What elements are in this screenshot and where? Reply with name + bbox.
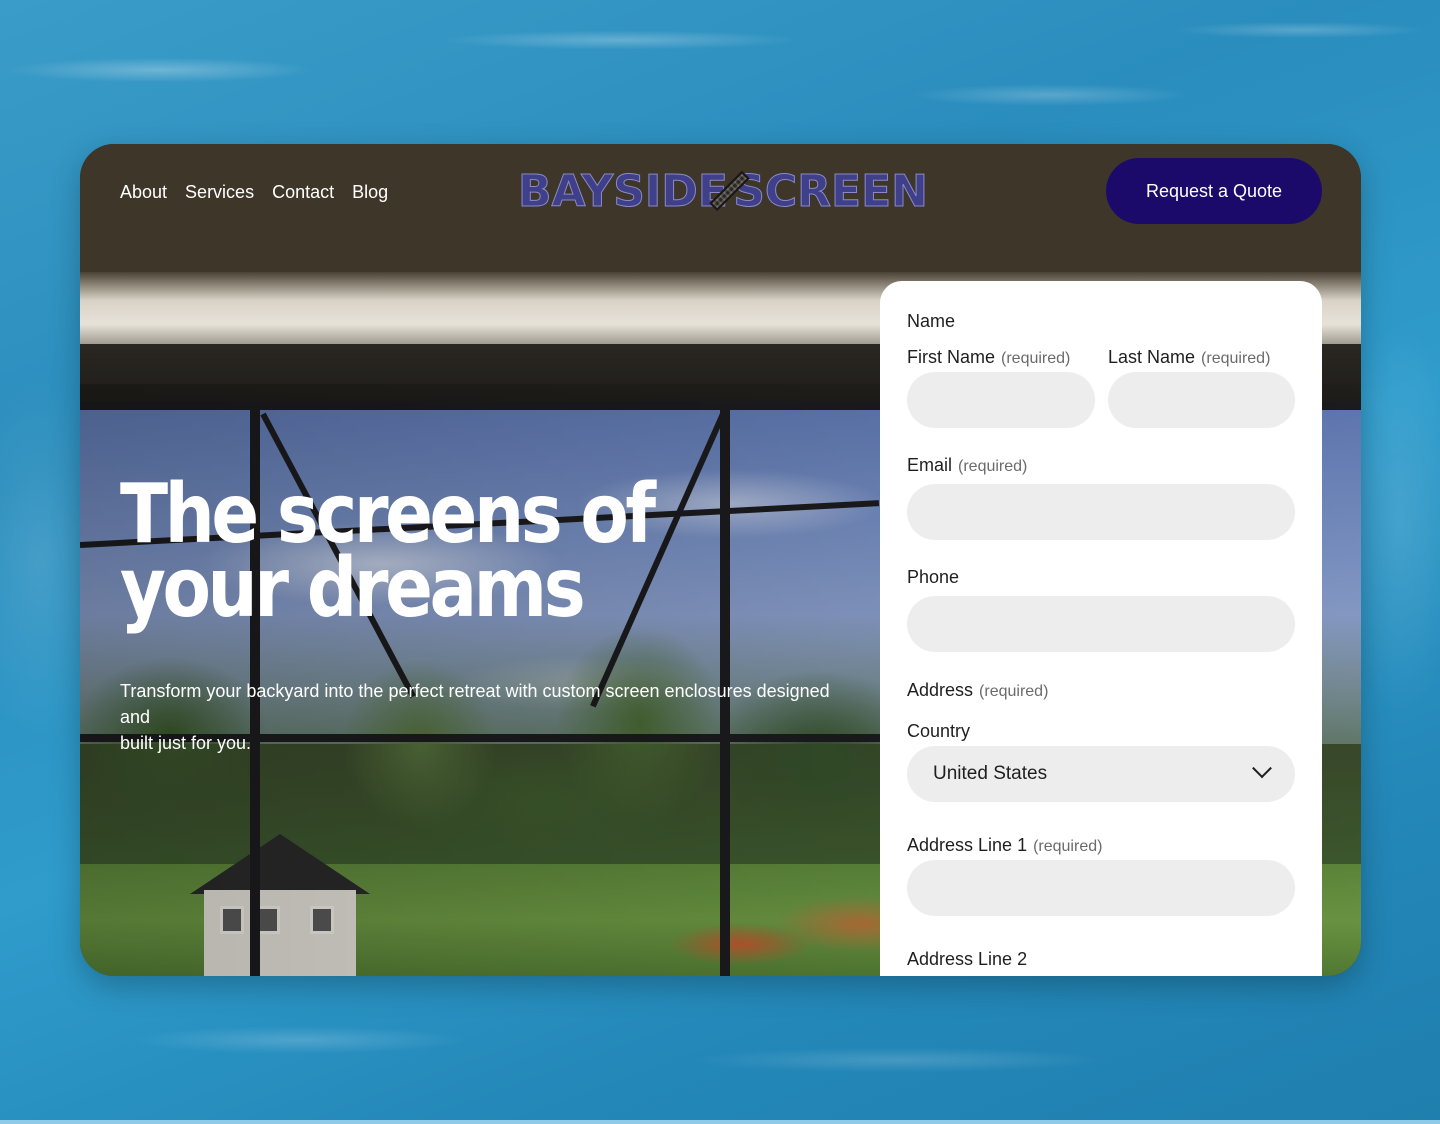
required-hint: (required) bbox=[958, 458, 1028, 475]
email-label: Email (required) bbox=[907, 455, 1028, 475]
quote-request-form: Name First Name (required) Last Name (requ… bbox=[880, 281, 1322, 976]
nav-link-contact[interactable]: Contact bbox=[272, 178, 334, 206]
first-name-label: First Name (required) bbox=[907, 347, 1071, 367]
required-hint: (required) bbox=[979, 683, 1049, 700]
address-line-1-input[interactable] bbox=[907, 860, 1295, 916]
country-label: Country bbox=[907, 721, 971, 741]
nav-link-services[interactable]: Services bbox=[185, 178, 254, 206]
logo-word-left: BAYSIDE bbox=[518, 165, 729, 217]
page-bottom-strip bbox=[0, 1120, 1440, 1124]
phone-label: Phone bbox=[907, 567, 960, 587]
bayside-screen-logo[interactable]: BAYSIDE SCREEN bbox=[518, 158, 929, 224]
address-line-1-label: Address Line 1 (required) bbox=[907, 835, 1103, 855]
email-input[interactable] bbox=[907, 484, 1295, 540]
address-label: Address (required) bbox=[907, 680, 1049, 700]
address-line-2-label: Address Line 2 bbox=[907, 949, 1028, 969]
main-nav: About Services Contact Blog bbox=[120, 178, 388, 206]
phone-input[interactable] bbox=[907, 596, 1295, 652]
logo-word-right: SCREEN bbox=[733, 165, 929, 217]
request-quote-button[interactable]: Request a Quote bbox=[1106, 158, 1322, 224]
first-name-input[interactable] bbox=[907, 372, 1095, 428]
website-window: About Services Contact Blog BAYSIDE SCRE… bbox=[80, 144, 1361, 976]
nav-link-blog[interactable]: Blog bbox=[352, 178, 388, 206]
last-name-label: Last Name (required) bbox=[1108, 347, 1271, 367]
required-hint: (required) bbox=[1201, 350, 1271, 367]
country-select[interactable]: United States bbox=[907, 746, 1295, 802]
last-name-input[interactable] bbox=[1108, 372, 1295, 428]
hero-subtitle: Transform your backyard into the perfect… bbox=[120, 681, 830, 753]
name-section-label: Name bbox=[907, 311, 956, 331]
required-hint: (required) bbox=[1033, 838, 1103, 855]
required-hint: (required) bbox=[1001, 350, 1071, 367]
hero-title: The screens of your dreams bbox=[120, 467, 656, 636]
nav-link-about[interactable]: About bbox=[120, 178, 167, 206]
chevron-down-icon bbox=[1252, 758, 1272, 779]
country-selected-value: United States bbox=[933, 763, 1048, 784]
